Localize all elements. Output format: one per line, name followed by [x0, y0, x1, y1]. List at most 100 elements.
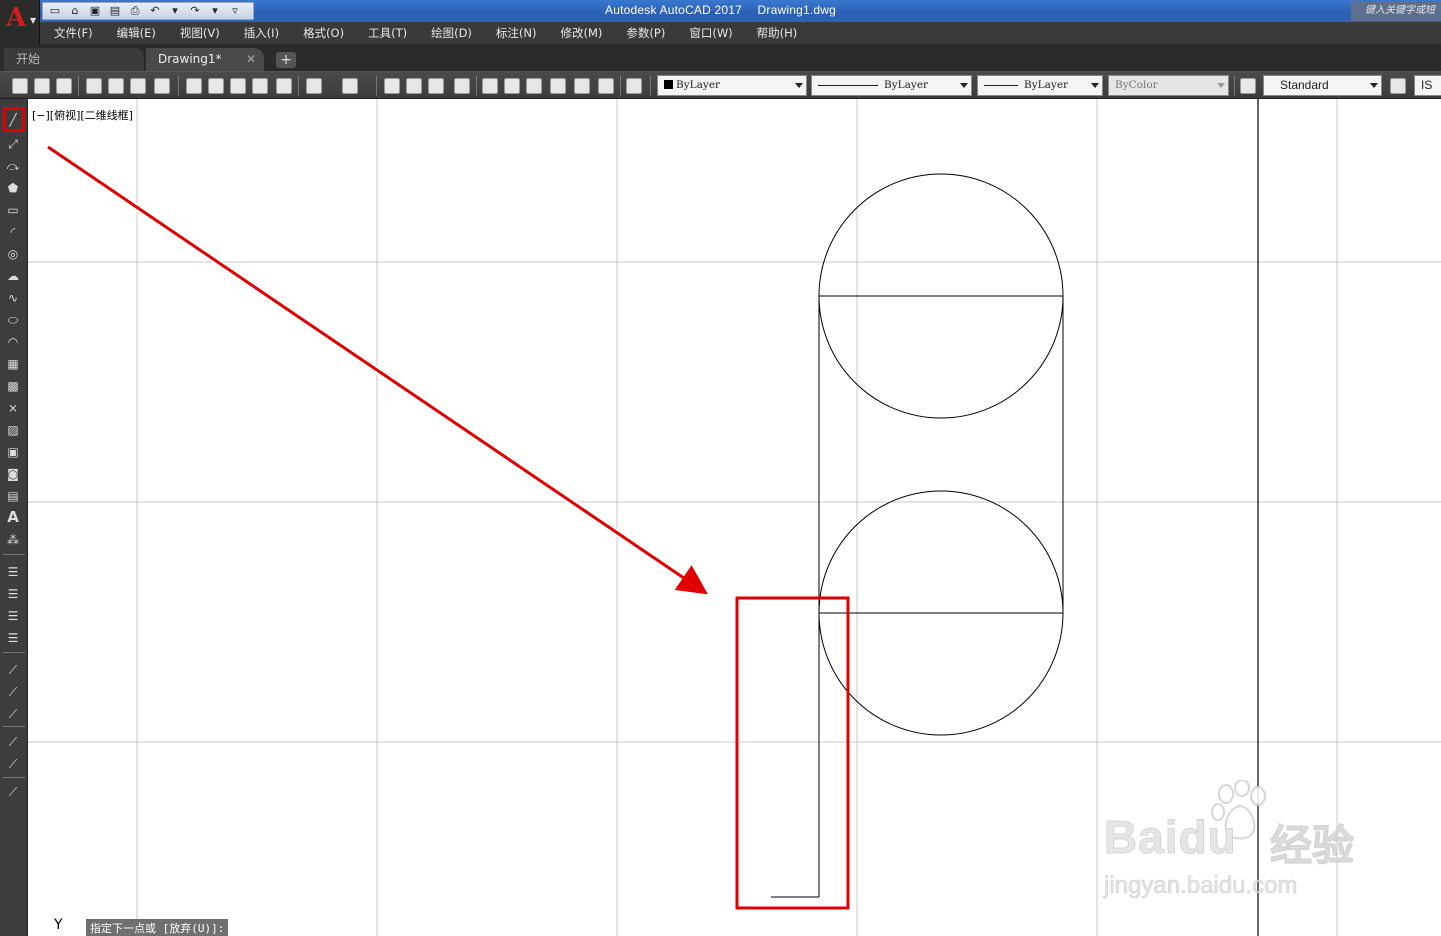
layer-color-dropdown[interactable]: ByLayer — [657, 75, 807, 96]
text-style-dropdown[interactable]: Standard — [1263, 75, 1382, 96]
menu-parametric[interactable]: 参数(P) — [626, 25, 665, 41]
dim-edit-icon[interactable]: ⟋ — [5, 785, 21, 799]
close-icon[interactable]: ✕ — [246, 48, 256, 71]
rectangle-icon[interactable]: ▭ — [5, 203, 21, 217]
cut-icon[interactable] — [186, 78, 202, 94]
menu-view[interactable]: 视图(V) — [180, 25, 220, 41]
viewport-controls[interactable]: [−][俯视][二维线框] — [32, 107, 133, 123]
text-style-icon[interactable] — [1240, 78, 1256, 94]
undo-icon[interactable]: ↶ — [147, 4, 163, 18]
gradient-icon[interactable]: ▣ — [5, 445, 21, 459]
tab-drawing1[interactable]: Drawing1* ✕ — [146, 48, 264, 71]
paste-icon[interactable] — [230, 78, 246, 94]
menu-tools[interactable]: 工具(T) — [368, 25, 407, 41]
ellipse-icon[interactable]: ⬭ — [5, 313, 21, 327]
menu-dimension[interactable]: 标注(N) — [496, 25, 537, 41]
plot-style-dropdown[interactable]: ByColor — [1108, 75, 1229, 96]
redo-icon[interactable]: ↷ — [187, 4, 203, 18]
menu-format[interactable]: 格式(O) — [303, 25, 344, 41]
print-icon[interactable]: ⎙ — [127, 4, 143, 18]
insert-block-icon[interactable]: ▦ — [5, 357, 21, 371]
menu-insert[interactable]: 插入(I) — [244, 25, 279, 41]
toolbar-separator — [178, 76, 179, 96]
block-editor-icon[interactable] — [276, 78, 292, 94]
menu-file[interactable]: 文件(F) — [54, 25, 93, 41]
add-selected-icon[interactable]: ⁂ — [5, 533, 21, 547]
qnew-icon[interactable] — [12, 78, 28, 94]
save-icon[interactable]: ▣ — [87, 4, 103, 18]
menu-modify[interactable]: 修改(M) — [561, 25, 603, 41]
dimension-style-icon[interactable] — [1390, 78, 1406, 94]
publish-icon[interactable] — [130, 78, 146, 94]
undo-dropdown-icon[interactable]: ▾ — [167, 4, 183, 18]
save-as-icon[interactable]: ▤ — [107, 4, 123, 18]
linetype-dropdown[interactable]: ByLayer — [811, 75, 972, 96]
menu-help[interactable]: 帮助(H) — [757, 25, 798, 41]
annotation-highlight-box — [735, 596, 850, 910]
point-icon[interactable]: ⨯ — [5, 401, 21, 415]
menu-window[interactable]: 窗口(W) — [689, 25, 732, 41]
dim-linear-icon[interactable]: ⟋ — [5, 663, 21, 677]
pan-icon[interactable] — [384, 78, 400, 94]
drawn-geometry — [771, 173, 1064, 898]
menu-draw[interactable]: 绘图(D) — [431, 25, 472, 41]
table-icon[interactable]: ▤ — [5, 489, 21, 503]
command-prompt[interactable]: 指定下一点或 [放弃(U)]: — [86, 919, 229, 936]
polyline-icon[interactable]: ⤼ — [5, 159, 21, 173]
tool-palettes-icon[interactable] — [526, 78, 542, 94]
layer-isolate-icon[interactable]: ☰ — [5, 631, 21, 645]
plot-preview-icon[interactable] — [108, 78, 124, 94]
redo-dropdown-icon[interactable]: ▾ — [207, 4, 223, 18]
dim-radius-icon[interactable]: ⟋ — [5, 735, 21, 749]
open-icon[interactable]: ⌂ — [67, 4, 83, 18]
multiline-text-icon[interactable]: A — [5, 510, 21, 525]
copy-icon[interactable] — [208, 78, 224, 94]
customize-qat-icon[interactable]: ▿ — [227, 4, 243, 18]
circle-icon[interactable]: ◎ — [5, 247, 21, 261]
zoom-window-icon[interactable] — [428, 78, 444, 94]
layer-properties-icon[interactable]: ☰ — [5, 565, 21, 579]
dim-aligned-icon[interactable]: ⟋ — [5, 685, 21, 699]
dimension-style-dropdown[interactable]: IS — [1414, 75, 1441, 96]
open-icon[interactable] — [34, 78, 50, 94]
lineweight-dropdown[interactable]: ByLayer — [977, 75, 1103, 96]
layer-states-icon[interactable]: ☰ — [5, 587, 21, 601]
match-properties-icon[interactable] — [252, 78, 268, 94]
polygon-icon[interactable]: ⬟ — [5, 181, 21, 195]
properties-icon[interactable] — [482, 78, 498, 94]
spline-icon[interactable]: ∿ — [5, 291, 21, 305]
save-icon[interactable] — [56, 78, 72, 94]
search-input[interactable]: 键入关键字或短语 — [1351, 1, 1441, 36]
region-icon[interactable]: ◙ — [5, 467, 21, 481]
dim-diameter-icon[interactable]: ⟋ — [5, 757, 21, 771]
model-space[interactable] — [28, 99, 1441, 936]
application-menu-button[interactable]: A ▼ — [0, 0, 40, 44]
draw-toolbar: ╱ ⤢ ⤼ ⬟ ▭ ◜ ◎ ☁ ∿ ⬭ ◠ ▦ ▩ ⨯ ▨ ▣ ◙ ▤ A ⁂ … — [0, 99, 28, 936]
tab-start[interactable]: 开始 — [4, 48, 144, 71]
new-icon[interactable]: ▭ — [47, 4, 63, 18]
ellipse-arc-icon[interactable]: ◠ — [5, 335, 21, 349]
plot-icon[interactable] — [86, 78, 102, 94]
redo-icon[interactable] — [342, 78, 358, 94]
revision-cloud-icon[interactable]: ☁ — [5, 269, 21, 283]
make-block-icon[interactable]: ▩ — [5, 379, 21, 393]
3d-print-icon[interactable] — [154, 78, 170, 94]
new-tab-button[interactable]: + — [276, 52, 296, 68]
chevron-down-icon: ▼ — [30, 16, 37, 25]
undo-icon[interactable] — [306, 78, 322, 94]
drawing-canvas[interactable]: [−][俯视][二维线框] Baidu 经验 jingyan.baidu.com… — [28, 99, 1441, 936]
menu-edit[interactable]: 编辑(E) — [117, 25, 156, 41]
quick-calc-icon[interactable] — [598, 78, 614, 94]
zoom-previous-icon[interactable] — [454, 78, 470, 94]
layer-previous-icon[interactable]: ☰ — [5, 609, 21, 623]
dim-angular-icon[interactable]: ⟋ — [5, 707, 21, 721]
sheet-set-manager-icon[interactable] — [550, 78, 566, 94]
arc-icon[interactable]: ◜ — [5, 225, 21, 239]
hatch-icon[interactable]: ▨ — [5, 423, 21, 437]
construction-line-icon[interactable]: ⤢ — [5, 137, 21, 151]
markup-set-icon[interactable] — [574, 78, 590, 94]
line-icon[interactable]: ╱ — [5, 113, 21, 127]
design-center-icon[interactable] — [504, 78, 520, 94]
help-icon[interactable] — [626, 78, 642, 94]
zoom-realtime-icon[interactable] — [406, 78, 422, 94]
